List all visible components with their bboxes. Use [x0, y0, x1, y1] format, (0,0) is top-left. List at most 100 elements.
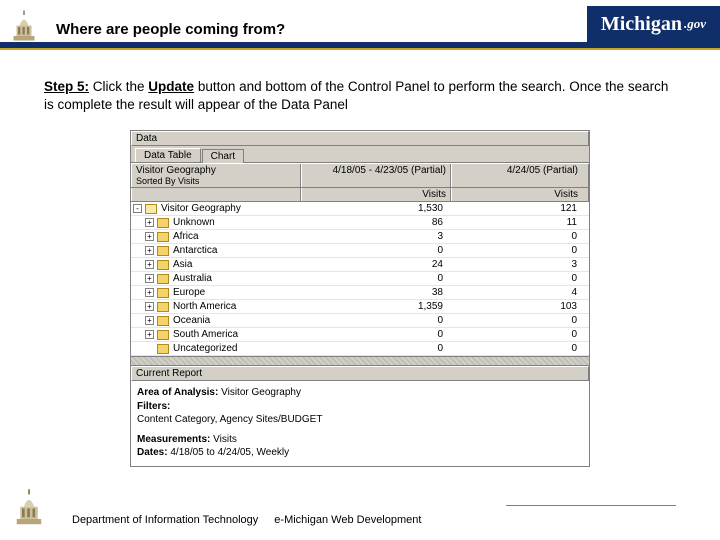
tree-toggle-icon[interactable]: +	[145, 260, 154, 269]
folder-icon	[157, 218, 169, 228]
row-value-a: 1,359	[301, 301, 451, 312]
step-instruction: Step 5: Click the Update button and bott…	[0, 50, 720, 124]
header-metric-b: Visits	[451, 188, 589, 201]
folder-icon	[157, 246, 169, 256]
current-report: Area of Analysis: Visitor Geography Filt…	[131, 381, 589, 466]
row-value-a: 0	[301, 245, 451, 256]
data-panel: Data Data Table Chart Visitor Geography …	[130, 130, 590, 467]
aoa-value: Visitor Geography	[221, 387, 301, 398]
row-value-b: 0	[451, 315, 589, 326]
tree-toggle-icon[interactable]: +	[145, 232, 154, 241]
tab-bar: Data Table Chart	[131, 146, 589, 163]
footer-dept: Department of Information Technology	[72, 514, 258, 526]
filters-label: Filters:	[137, 401, 170, 412]
row-value-a: 0	[301, 273, 451, 284]
table-row[interactable]: + Unknown 8611	[131, 216, 589, 230]
logo-suffix: .gov	[684, 16, 706, 32]
header-name-sub: Sorted By Visits	[136, 176, 296, 186]
page-title: Where are people coming from?	[46, 21, 587, 38]
capitol-icon	[8, 6, 40, 42]
table-row[interactable]: +Europe384	[131, 286, 589, 300]
row-value-b: 103	[451, 301, 589, 312]
tree-toggle-icon[interactable]: +	[145, 218, 154, 227]
data-grid: Visitor Geography Sorted By Visits 4/18/…	[131, 163, 589, 356]
tab-chart[interactable]: Chart	[202, 149, 244, 163]
row-value-a: 0	[301, 329, 451, 340]
report-pane-title: Current Report	[131, 366, 589, 381]
table-row[interactable]: + Oceania 00	[131, 314, 589, 328]
table-row[interactable]: Uncategorized 00	[131, 342, 589, 356]
row-name-cell: + Antarctica	[131, 245, 301, 256]
footer-text: Department of Information Technology e-M…	[72, 514, 421, 526]
tree-toggle-icon[interactable]: -	[133, 204, 142, 213]
tree-toggle-icon[interactable]: +	[145, 316, 154, 325]
title-wrap: Where are people coming from?	[46, 21, 587, 42]
folder-icon	[157, 302, 169, 312]
aoa-label: Area of Analysis:	[137, 387, 218, 398]
splitter[interactable]	[131, 356, 589, 366]
table-row[interactable]: + Africa 30	[131, 230, 589, 244]
row-value-b: 4	[451, 287, 589, 298]
tree-toggle-icon[interactable]: +	[145, 274, 154, 283]
grid-body: -Visitor Geography1,530121+Unknown8611+A…	[131, 202, 589, 356]
slide-header: Where are people coming from? Michigan.g…	[0, 0, 720, 42]
row-label: Antarctica	[173, 245, 217, 256]
row-value-b: 0	[451, 273, 589, 284]
row-name-cell: +Australia	[131, 273, 301, 284]
folder-icon	[157, 330, 169, 340]
folder-icon	[157, 260, 169, 270]
row-name-cell: +South America	[131, 329, 301, 340]
row-name-cell: + Oceania	[131, 315, 301, 326]
tab-data-table[interactable]: Data Table	[135, 148, 201, 162]
table-row[interactable]: +Antarctica00	[131, 244, 589, 258]
tree-toggle-icon[interactable]: +	[145, 330, 154, 339]
meas-value: Visits	[213, 434, 237, 445]
row-label: Asia	[173, 259, 192, 270]
row-label: Unknown	[173, 217, 215, 228]
dates-value: 4/18/05 to 4/24/05, Weekly	[170, 447, 289, 458]
tree-toggle-icon[interactable]: +	[145, 246, 154, 255]
tree-toggle-icon[interactable]: +	[145, 302, 154, 311]
tree-toggle-icon[interactable]: +	[145, 288, 154, 297]
row-value-a: 86	[301, 217, 451, 228]
step-text-1: Click the	[89, 79, 148, 94]
table-row[interactable]: +Australia00	[131, 272, 589, 286]
row-label: Africa	[173, 231, 199, 242]
row-label: Oceania	[173, 315, 210, 326]
row-name-cell: + North America	[131, 301, 301, 312]
step-label: Step 5:	[44, 79, 89, 94]
footer-emich: e-Michigan Web Development	[274, 514, 421, 526]
pane-title: Data	[131, 131, 589, 146]
slide-footer: Department of Information Technology e-M…	[0, 484, 720, 526]
row-label: North America	[173, 301, 236, 312]
dates-label: Dates:	[137, 447, 168, 458]
row-value-b: 0	[451, 343, 589, 354]
row-value-b: 3	[451, 259, 589, 270]
table-row[interactable]: + North America 1,359103	[131, 300, 589, 314]
logo-text: Michigan	[601, 13, 682, 36]
footer-rule	[506, 505, 676, 506]
row-value-b: 121	[451, 203, 589, 214]
row-label: Uncategorized	[173, 343, 237, 354]
row-value-a: 3	[301, 231, 451, 242]
row-value-a: 1,530	[301, 203, 451, 214]
table-row[interactable]: + Asia 243	[131, 258, 589, 272]
folder-icon	[157, 274, 169, 284]
table-row[interactable]: - Visitor Geography 1,530121	[131, 202, 589, 216]
row-value-a: 0	[301, 343, 451, 354]
row-name-cell: - Visitor Geography	[131, 203, 301, 214]
row-label: Visitor Geography	[161, 203, 241, 214]
folder-icon	[157, 316, 169, 326]
header-name-main: Visitor Geography	[136, 165, 296, 176]
row-value-b: 0	[451, 231, 589, 242]
row-value-b: 11	[451, 217, 589, 228]
filters-value: Content Category, Agency Sites/BUDGET	[137, 413, 583, 427]
folder-icon	[157, 344, 169, 354]
table-row[interactable]: +South America00	[131, 328, 589, 342]
row-value-a: 24	[301, 259, 451, 270]
grid-header-row-1: Visitor Geography Sorted By Visits 4/18/…	[131, 164, 589, 188]
grid-header-row-2: Visits Visits	[131, 188, 589, 202]
row-name-cell: +Europe	[131, 287, 301, 298]
header-metric-a: Visits	[301, 188, 451, 201]
row-value-a: 0	[301, 315, 451, 326]
